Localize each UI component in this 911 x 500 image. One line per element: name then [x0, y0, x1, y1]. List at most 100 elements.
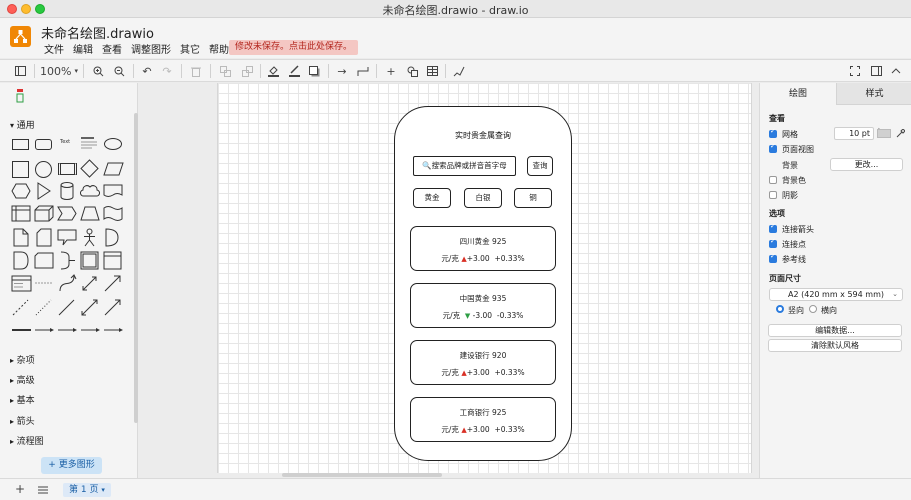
menu-view[interactable]: 查看 — [102, 41, 122, 56]
landscape-radio[interactable] — [809, 305, 817, 313]
shape-curved-arrow[interactable] — [57, 274, 77, 293]
section-advanced[interactable]: 高级 — [10, 373, 35, 386]
shape-diamond[interactable] — [80, 159, 99, 178]
redo-icon[interactable]: ↷ — [160, 64, 174, 78]
shape-document[interactable] — [103, 184, 123, 198]
shape-arrow[interactable] — [103, 274, 122, 293]
diagram-filter-silver[interactable]: 白银 — [464, 188, 502, 208]
line-color-icon[interactable] — [287, 64, 301, 78]
fill-color-icon[interactable] — [266, 64, 280, 78]
shape-directional-line[interactable] — [103, 298, 122, 317]
shape-note[interactable] — [13, 228, 29, 247]
page-size-select[interactable]: A2 (420 mm x 594 mm) ⌄ — [769, 288, 903, 301]
page-tab[interactable]: 第 1 页 ▾ — [63, 483, 111, 497]
shape-cloud[interactable] — [80, 183, 100, 199]
shadow-icon[interactable] — [307, 64, 321, 78]
shape-cube[interactable] — [34, 205, 54, 222]
connection-arrows-checkbox[interactable] — [769, 222, 777, 233]
table-icon[interactable] — [425, 64, 439, 78]
shape-curly-bracket[interactable] — [57, 251, 77, 270]
background-color-checkbox[interactable] — [769, 176, 777, 184]
shape-square[interactable] — [12, 161, 29, 178]
shape-cylinder[interactable] — [60, 182, 74, 200]
shape-line[interactable] — [57, 298, 76, 317]
shape-tape[interactable] — [103, 205, 123, 222]
shape-off-page[interactable] — [34, 252, 54, 269]
sidebar-scrollbar[interactable] — [134, 113, 138, 423]
menu-extras[interactable]: 其它 — [180, 41, 200, 56]
pages-menu-icon[interactable] — [38, 486, 48, 494]
price-card[interactable]: 中国黄金 935 元/克 ▼ -3.00 -0.33% — [410, 283, 556, 328]
diagram-query-button[interactable]: 查询 — [527, 156, 553, 176]
shape-delay[interactable] — [13, 251, 29, 270]
section-misc[interactable]: 杂项 — [10, 353, 35, 366]
menu-edit[interactable]: 编辑 — [73, 41, 93, 56]
panel-toggle-icon[interactable] — [869, 64, 883, 78]
price-card[interactable]: 工商银行 925 元/克 ▲+3.00 +0.33% — [410, 397, 556, 442]
shape-connector-row[interactable] — [11, 326, 126, 334]
insert-icon[interactable]: + — [384, 64, 398, 78]
unsaved-changes-button[interactable]: 修改未保存。点击此处保存。 — [229, 40, 359, 55]
edit-style-icon[interactable] — [452, 64, 466, 78]
format-panel-toggle-icon[interactable] — [13, 64, 27, 78]
shape-link[interactable] — [34, 277, 54, 289]
zoom-out-icon[interactable] — [112, 64, 126, 78]
color-picker-icon[interactable] — [896, 129, 905, 138]
edit-data-button[interactable]: 编辑数据... — [768, 324, 902, 337]
section-flowchart[interactable]: 流程图 — [10, 434, 44, 447]
fullscreen-icon[interactable] — [848, 64, 862, 78]
shape-bidirectional-arrow[interactable] — [80, 274, 99, 293]
zoom-in-icon[interactable] — [91, 64, 105, 78]
shape-ellipse[interactable] — [104, 138, 122, 150]
menu-file[interactable]: 文件 — [44, 41, 64, 56]
price-card[interactable]: 建设银行 920 元/克 ▲+3.00 +0.33% — [410, 340, 556, 385]
guides-checkbox[interactable] — [769, 252, 777, 263]
shape-container[interactable] — [103, 251, 122, 270]
shape-text[interactable]: Text — [60, 139, 70, 145]
zoom-select[interactable]: 100% ▾ — [40, 64, 78, 78]
shape-framed-square[interactable] — [80, 251, 99, 270]
to-back-icon[interactable] — [240, 64, 254, 78]
add-page-icon[interactable]: + — [15, 482, 25, 496]
diagram-filter-copper[interactable]: 铜 — [514, 188, 552, 208]
connection-points-checkbox[interactable] — [769, 237, 777, 248]
price-card[interactable]: 四川黄金 925 元/克 ▲+3.00 +0.33% — [410, 226, 556, 271]
shape-triangle[interactable] — [37, 182, 51, 200]
portrait-radio[interactable] — [776, 305, 784, 313]
shadow-checkbox[interactable] — [769, 191, 777, 199]
shape-rounded-rectangle[interactable] — [35, 139, 52, 150]
tab-style[interactable]: 样式 — [836, 83, 911, 105]
more-shapes-button[interactable]: + 更多图形 — [41, 457, 102, 474]
shapes-icon[interactable] — [405, 64, 419, 78]
diagram-title-text[interactable]: 实时贵金属查询 — [394, 130, 572, 141]
shape-internal-storage[interactable] — [11, 205, 31, 222]
menu-help[interactable]: 帮助 — [209, 41, 229, 56]
menu-arrange[interactable]: 调整图形 — [131, 41, 171, 56]
scratchpad-icon[interactable] — [14, 88, 26, 104]
grid-color-swatch[interactable] — [877, 129, 891, 138]
document-title[interactable]: 未命名绘图.drawio — [41, 23, 154, 42]
shape-callout[interactable] — [57, 229, 77, 246]
shape-actor[interactable] — [82, 228, 97, 247]
shape-hexagon[interactable] — [11, 183, 31, 199]
shape-trapezoid[interactable] — [80, 206, 100, 221]
shape-textbox[interactable] — [80, 136, 98, 150]
grid-checkbox[interactable] — [769, 127, 777, 138]
change-background-button[interactable]: 更改... — [830, 158, 903, 171]
collapse-toolbar-icon[interactable] — [889, 64, 903, 78]
diagram-filter-gold[interactable]: 黄金 — [413, 188, 451, 208]
grid-size-input[interactable]: 10 pt — [834, 127, 874, 140]
diagram-search-box[interactable]: 🔍搜索品牌或拼音首字母 — [413, 156, 516, 176]
section-basic[interactable]: 基本 — [10, 393, 35, 406]
shape-card[interactable] — [36, 228, 52, 247]
shape-or[interactable] — [105, 228, 119, 247]
shape-circle[interactable] — [35, 161, 52, 178]
shape-dotted-line[interactable] — [34, 298, 53, 317]
shape-rectangle[interactable] — [12, 139, 29, 150]
shape-double-arrow-line[interactable] — [80, 298, 99, 317]
page-view-checkbox[interactable] — [769, 142, 777, 153]
delete-icon[interactable] — [189, 64, 203, 78]
canvas-horizontal-scrollbar[interactable] — [282, 473, 442, 477]
waypoints-icon[interactable] — [356, 64, 370, 78]
shape-list[interactable] — [11, 275, 32, 292]
